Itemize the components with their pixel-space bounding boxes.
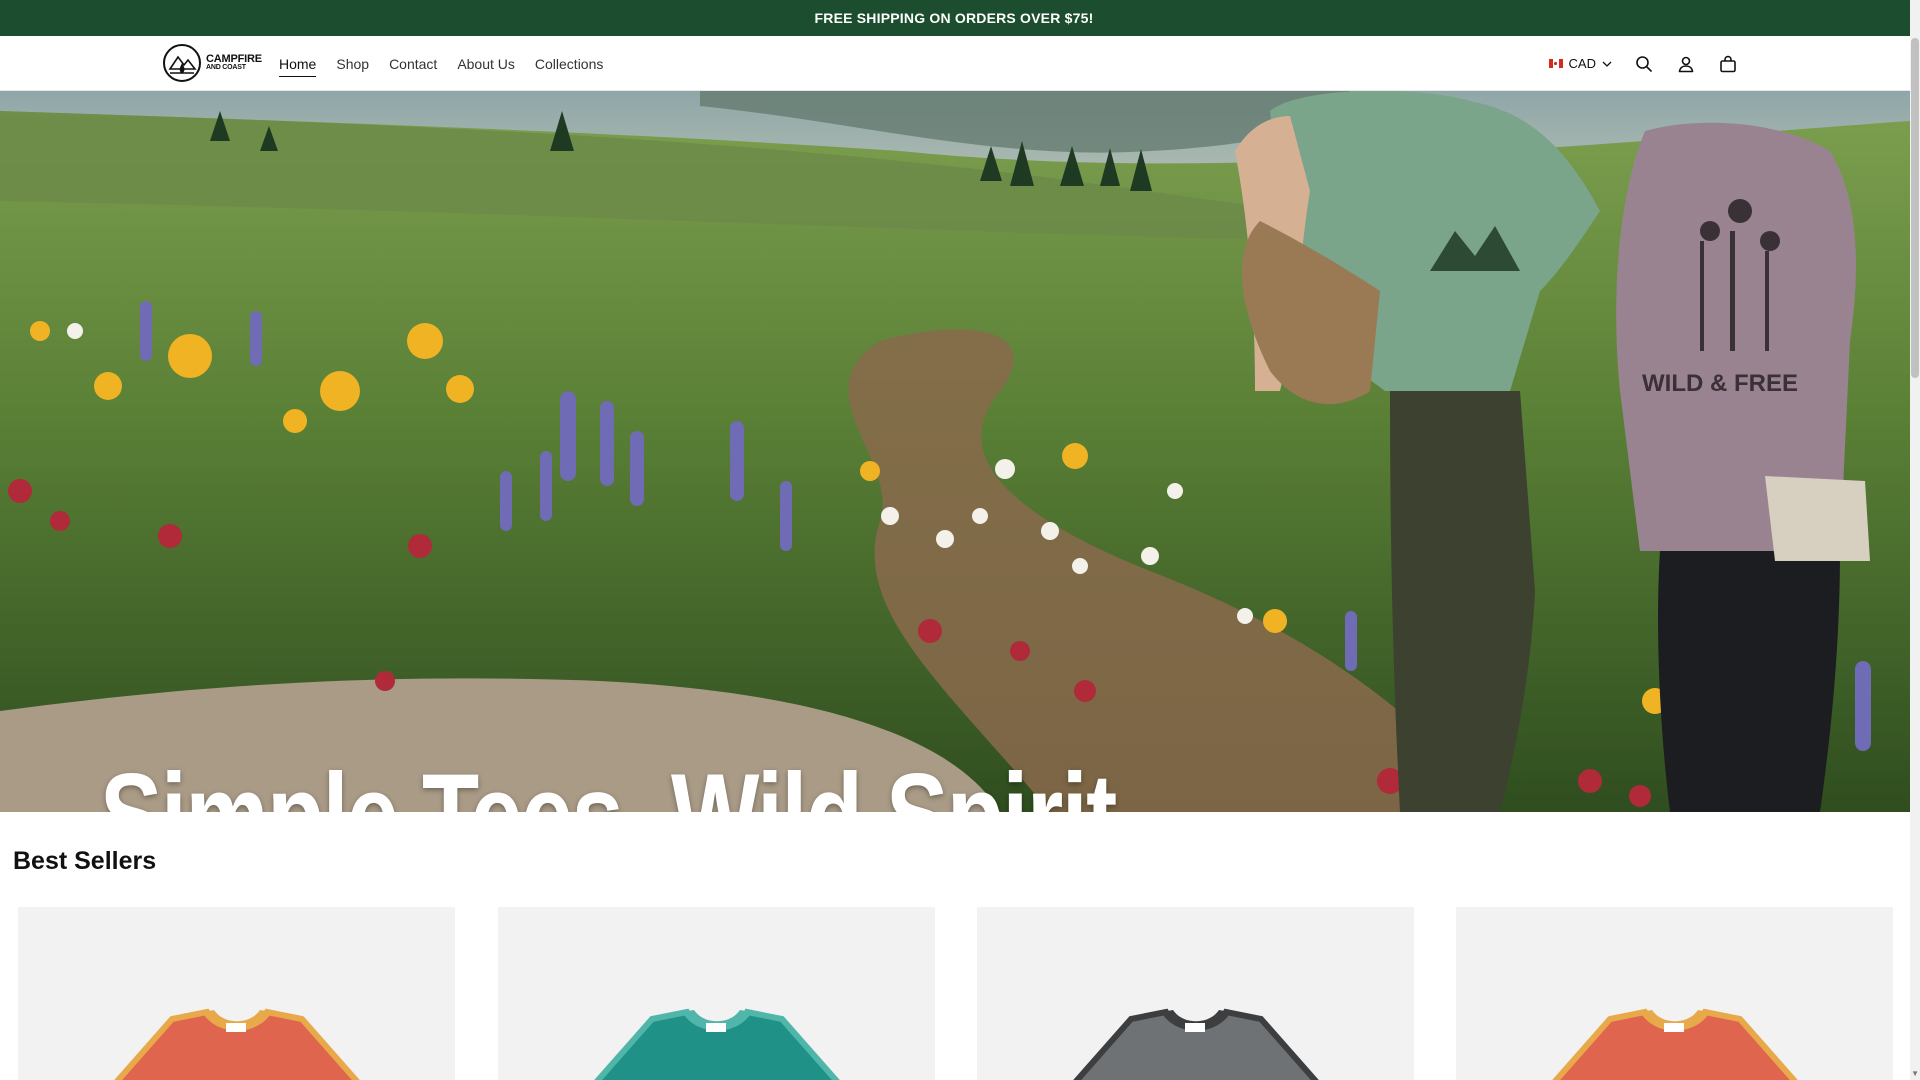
brand-line-1: CAMPFIRE xyxy=(206,53,262,65)
product-card[interactable] xyxy=(977,907,1414,1080)
hero-headline: Simple Tees. Wild Spirit. xyxy=(100,756,1142,812)
header-utilities: CAD xyxy=(1548,36,1738,91)
site-header: CAMPFIRE AND COAST Home Shop Contact Abo… xyxy=(0,36,1920,91)
nav-shop[interactable]: Shop xyxy=(336,56,369,72)
cart-icon[interactable] xyxy=(1718,54,1738,74)
product-card[interactable] xyxy=(18,907,455,1080)
currency-label: CAD xyxy=(1568,56,1596,71)
nav-about-us[interactable]: About Us xyxy=(457,56,515,72)
product-card[interactable] xyxy=(498,907,935,1080)
scrollbar-thumb[interactable] xyxy=(1911,38,1919,378)
page: FREE SHIPPING ON ORDERS OVER $75! CAMPFI… xyxy=(0,0,1920,1080)
announcement-text: FREE SHIPPING ON ORDERS OVER $75! xyxy=(814,10,1094,26)
best-sellers-grid xyxy=(0,907,1910,1080)
nav-home[interactable]: Home xyxy=(279,56,317,77)
tshirt-image xyxy=(113,1008,360,1080)
brand-wordmark: CAMPFIRE AND COAST xyxy=(206,54,262,72)
hero-banner[interactable]: WILD & FREE Simple Tees. Wild Spirit. xyxy=(0,91,1910,812)
tshirt-image xyxy=(593,1008,840,1080)
scroll-down-arrow-icon[interactable]: ▼ xyxy=(1911,1069,1919,1078)
shirt-graphic-text: WILD & FREE xyxy=(1642,370,1798,397)
campfire-logo-icon xyxy=(163,44,201,82)
announcement-bar: FREE SHIPPING ON ORDERS OVER $75! xyxy=(0,0,1920,36)
tshirt-image xyxy=(1551,1008,1798,1080)
hero-image: WILD & FREE xyxy=(0,91,1910,812)
nav-collections[interactable]: Collections xyxy=(535,56,603,72)
best-sellers-title: Best Sellers xyxy=(13,847,157,875)
page-scrollbar[interactable]: ▼ xyxy=(1910,0,1920,1080)
main-nav: Home Shop Contact About Us Collections xyxy=(279,36,603,91)
canada-flag-icon xyxy=(1548,59,1563,68)
product-card[interactable] xyxy=(1456,907,1893,1080)
chevron-down-icon xyxy=(1602,61,1612,67)
currency-selector[interactable]: CAD xyxy=(1548,56,1612,71)
nav-contact[interactable]: Contact xyxy=(389,56,437,72)
account-icon[interactable] xyxy=(1676,54,1696,74)
brand-line-2: AND COAST xyxy=(206,64,246,71)
tshirt-image xyxy=(1072,1008,1319,1080)
search-icon[interactable] xyxy=(1634,54,1654,74)
brand-logo[interactable]: CAMPFIRE AND COAST xyxy=(162,42,262,84)
